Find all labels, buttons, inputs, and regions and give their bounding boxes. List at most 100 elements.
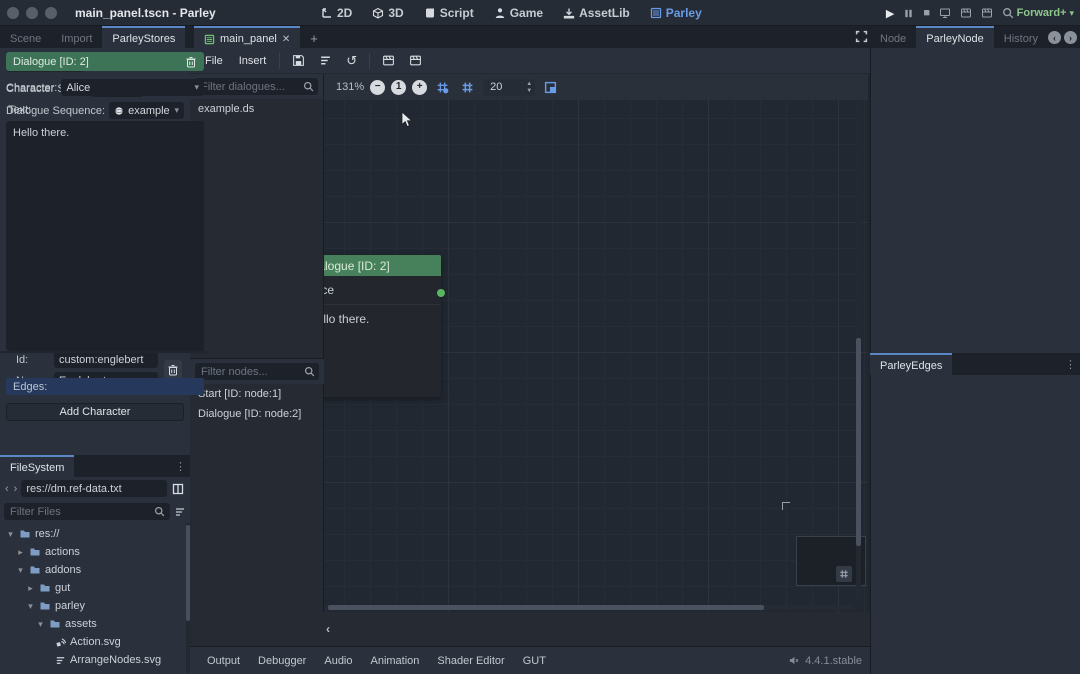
- bottom-tab-output[interactable]: Output: [198, 651, 249, 671]
- workspace-tab-2d[interactable]: 2D: [313, 3, 360, 23]
- run-current-scene-button[interactable]: [960, 7, 972, 19]
- tab-scene[interactable]: Scene: [0, 26, 51, 48]
- bottom-tab-gut[interactable]: GUT: [514, 651, 555, 671]
- tab-node[interactable]: Node: [870, 26, 916, 48]
- bottom-tab-animation[interactable]: Animation: [362, 651, 429, 671]
- graph-node-header[interactable]: Dialogue [ID: 2]: [324, 255, 441, 276]
- snap-toggle-icon[interactable]: [433, 81, 452, 94]
- output-port-dot[interactable]: [437, 289, 445, 297]
- renderer-selector[interactable]: Forward+ ▾: [1017, 0, 1074, 26]
- tab-import[interactable]: Import: [51, 26, 102, 48]
- filter-dialogues-input[interactable]: [195, 78, 318, 95]
- zoom-in-button[interactable]: +: [412, 80, 427, 95]
- scrollbar-thumb[interactable]: [328, 605, 764, 610]
- stop-button[interactable]: ■: [923, 7, 930, 19]
- filter-nodes-input[interactable]: [195, 363, 319, 380]
- mute-speaker-icon[interactable]: [788, 655, 799, 666]
- collapse-icon[interactable]: ▾: [16, 565, 25, 576]
- movie-maker-button[interactable]: [1002, 7, 1014, 19]
- history-forward-button[interactable]: ›: [13, 483, 19, 495]
- split-mode-icon[interactable]: [170, 483, 186, 495]
- window-zoom-button[interactable]: [45, 7, 57, 19]
- run-custom-scene-button[interactable]: [981, 7, 993, 19]
- zoom-out-button[interactable]: −: [370, 80, 385, 95]
- sort-files-icon[interactable]: [174, 506, 186, 518]
- kebab-menu-icon[interactable]: ⋮: [171, 460, 190, 477]
- current-path-field[interactable]: [21, 480, 167, 497]
- collapse-icon[interactable]: ▾: [36, 619, 45, 630]
- expand-icon[interactable]: ▸: [26, 583, 35, 594]
- window-minimize-button[interactable]: [26, 7, 38, 19]
- tab-filesystem[interactable]: FileSystem: [0, 455, 74, 477]
- collapse-icon[interactable]: ▾: [6, 529, 15, 540]
- canvas-vertical-scrollbar[interactable]: [856, 100, 861, 604]
- arrange-nodes-icon[interactable]: [313, 51, 338, 70]
- zoom-reset-button[interactable]: 1: [391, 80, 406, 95]
- new-scene-tab-button[interactable]: +: [300, 26, 328, 48]
- dialogue-text-area[interactable]: Hello there.: [6, 121, 204, 351]
- minimap-resize-button[interactable]: [836, 566, 852, 582]
- filter-files-input[interactable]: [4, 503, 170, 520]
- workspace-tab-assetlib[interactable]: AssetLib: [555, 3, 638, 23]
- pause-button[interactable]: [903, 8, 914, 19]
- bottom-tab-shader-editor[interactable]: Shader Editor: [428, 651, 513, 671]
- tab-parley-node[interactable]: ParleyNode: [916, 26, 993, 48]
- tree-row[interactable]: ▾res://: [4, 525, 186, 543]
- character-select-dropdown[interactable]: Alice ▾: [61, 79, 204, 96]
- history-back-button[interactable]: ‹: [4, 483, 10, 495]
- tree-row[interactable]: ▾assets: [4, 615, 186, 633]
- tree-row[interactable]: Action.svg: [4, 633, 186, 651]
- parley-node-inspector: Dialogue [ID: 2] Character: Alice ▾ Text…: [0, 48, 210, 353]
- tree-label: actions: [45, 546, 80, 558]
- tab-main-panel[interactable]: main_panel ✕: [194, 26, 300, 48]
- tree-row[interactable]: ▾parley: [4, 597, 186, 615]
- test-dialogue-from-node-icon[interactable]: [403, 51, 428, 70]
- collapse-side-panel-icon[interactable]: ‹: [326, 622, 330, 636]
- dialogue-graph-canvas[interactable]: Dialogue [ID: 2] Alice Hello there. 131%…: [324, 74, 868, 612]
- canvas-horizontal-scrollbar[interactable]: [324, 605, 854, 610]
- character-id-field[interactable]: [54, 351, 158, 368]
- workspace-tab-game[interactable]: Game: [486, 3, 551, 23]
- bottom-tab-audio[interactable]: Audio: [315, 651, 361, 671]
- grid-toggle-icon[interactable]: [458, 81, 477, 94]
- tab-parley-stores[interactable]: ParleyStores: [102, 26, 185, 48]
- node-list-item[interactable]: Start [ID: node:1]: [190, 384, 324, 404]
- dialogue-graph-node[interactable]: Dialogue [ID: 2] Alice Hello there.: [324, 255, 441, 397]
- kebab-menu-icon[interactable]: ⋮: [1061, 358, 1080, 375]
- node-list-item[interactable]: Dialogue [ID: node:2]: [190, 404, 324, 424]
- close-icon[interactable]: ✕: [282, 34, 290, 45]
- scrollbar-thumb[interactable]: [856, 338, 861, 546]
- test-dialogue-icon[interactable]: [376, 51, 401, 70]
- workspace-tab-script[interactable]: Script: [416, 3, 482, 23]
- grid-size-spinbox[interactable]: 20 ▲▼: [483, 79, 535, 96]
- tab-label: Node: [880, 33, 906, 45]
- tab-history[interactable]: History: [994, 26, 1048, 48]
- tree-row[interactable]: ▾addons: [4, 561, 186, 579]
- insert-menu[interactable]: Insert: [232, 52, 274, 70]
- tree-row[interactable]: ArrangeNodes.svg: [4, 651, 186, 669]
- tree-row[interactable]: ▸gut: [4, 579, 186, 597]
- workspace-tab-parley[interactable]: Parley: [642, 3, 710, 23]
- tree-label: ArrangeNodes.svg: [70, 654, 161, 666]
- dock-splitter[interactable]: [0, 351, 210, 353]
- history-back-icon[interactable]: ‹: [1048, 31, 1061, 44]
- add-character-button[interactable]: Add Character: [6, 403, 184, 421]
- history-forward-icon[interactable]: ›: [1064, 31, 1077, 44]
- bottom-tab-debugger[interactable]: Debugger: [249, 651, 315, 671]
- delete-node-button[interactable]: [185, 56, 197, 68]
- expand-bottom-panel-icon[interactable]: [855, 30, 868, 43]
- parley-main-toolbar: File Insert ↺: [190, 48, 870, 74]
- remote-debug-button[interactable]: [939, 7, 951, 19]
- expand-icon[interactable]: ▸: [16, 547, 25, 558]
- save-icon[interactable]: [286, 51, 311, 70]
- play-button[interactable]: ▶: [886, 7, 894, 20]
- minimap-toggle-icon[interactable]: [541, 81, 560, 94]
- collapse-icon[interactable]: ▾: [26, 601, 35, 612]
- workspace-tab-3d[interactable]: 3D: [364, 3, 411, 23]
- chevron-down-icon: ▾: [1069, 8, 1074, 19]
- window-close-button[interactable]: [7, 7, 19, 19]
- tree-row[interactable]: ▸ actions: [4, 543, 186, 561]
- tab-parley-edges[interactable]: ParleyEdges: [870, 353, 952, 375]
- spinbox-arrows[interactable]: ▲▼: [526, 81, 532, 94]
- refresh-icon[interactable]: ↺: [340, 50, 363, 72]
